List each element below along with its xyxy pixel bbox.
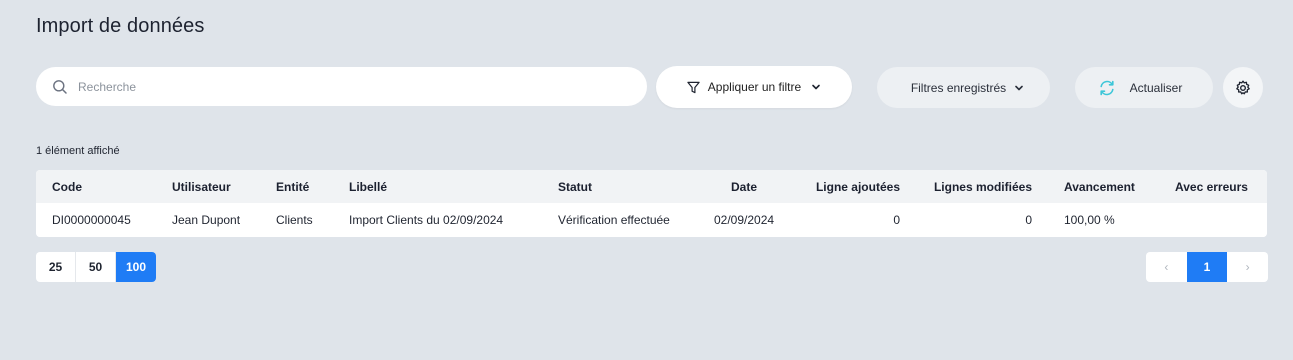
cell-code: DI0000000045 xyxy=(52,213,131,227)
cell-progress: 100,00 % xyxy=(1064,213,1115,227)
column-header-errors[interactable]: Avec erreurs xyxy=(1175,170,1248,203)
page-size-100[interactable]: 100 xyxy=(116,252,156,282)
cell-user: Jean Dupont xyxy=(172,213,241,227)
column-header-entity[interactable]: Entité xyxy=(276,170,309,203)
cell-entity: Clients xyxy=(276,213,313,227)
page-size-50[interactable]: 50 xyxy=(76,252,116,282)
column-header-progress[interactable]: Avancement xyxy=(1064,170,1135,203)
saved-filters-dropdown[interactable]: Filtres enregistrés xyxy=(877,67,1050,108)
cell-lines-added: 0 xyxy=(893,213,900,227)
apply-filter-button[interactable]: Appliquer un filtre xyxy=(656,66,852,108)
refresh-label: Actualiser xyxy=(1129,80,1183,95)
chevron-left-icon: ‹ xyxy=(1164,260,1169,274)
chevron-down-icon xyxy=(811,82,821,92)
column-header-user[interactable]: Utilisateur xyxy=(172,170,231,203)
chevron-down-icon xyxy=(1014,83,1024,93)
column-header-code[interactable]: Code xyxy=(52,170,82,203)
search-icon xyxy=(52,79,68,95)
cell-status: Vérification effectuée xyxy=(558,213,670,227)
column-header-date[interactable]: Date xyxy=(731,170,757,203)
column-header-lines-added[interactable]: Ligne ajoutées xyxy=(796,170,900,203)
apply-filter-label: Appliquer un filtre xyxy=(707,80,802,94)
refresh-button[interactable]: Actualiser xyxy=(1075,67,1213,108)
item-count: 1 élément affiché xyxy=(36,145,120,157)
next-page-button[interactable]: › xyxy=(1227,252,1268,282)
page-size-selector: 25 50 100 xyxy=(36,252,156,282)
gear-icon xyxy=(1235,80,1251,96)
filter-icon xyxy=(687,81,700,94)
column-header-lines-modified[interactable]: Lignes modifiées xyxy=(916,170,1032,203)
column-header-label[interactable]: Libellé xyxy=(349,170,387,203)
chevron-right-icon: › xyxy=(1245,260,1250,274)
page-title: Import de données xyxy=(36,15,205,37)
refresh-icon xyxy=(1098,79,1116,97)
table-header: Code Utilisateur Entité Libellé Statut D… xyxy=(36,170,1267,203)
search-input[interactable] xyxy=(78,79,598,94)
cell-date: 02/09/2024 xyxy=(714,213,775,227)
search-bar[interactable] xyxy=(36,67,647,106)
page-size-25[interactable]: 25 xyxy=(36,252,76,282)
settings-button[interactable] xyxy=(1223,67,1263,108)
column-header-status[interactable]: Statut xyxy=(558,170,592,203)
pagination: ‹ 1 › xyxy=(1146,252,1268,282)
page-1-button[interactable]: 1 xyxy=(1186,252,1228,282)
table-row[interactable]: DI0000000045 Jean Dupont Clients Import … xyxy=(36,203,1267,237)
saved-filters-label: Filtres enregistrés xyxy=(910,80,1007,95)
previous-page-button[interactable]: ‹ xyxy=(1146,252,1187,282)
cell-label: Import Clients du 02/09/2024 xyxy=(349,213,504,227)
imports-table: Code Utilisateur Entité Libellé Statut D… xyxy=(36,170,1267,237)
cell-lines-modified: 0 xyxy=(1025,213,1032,227)
